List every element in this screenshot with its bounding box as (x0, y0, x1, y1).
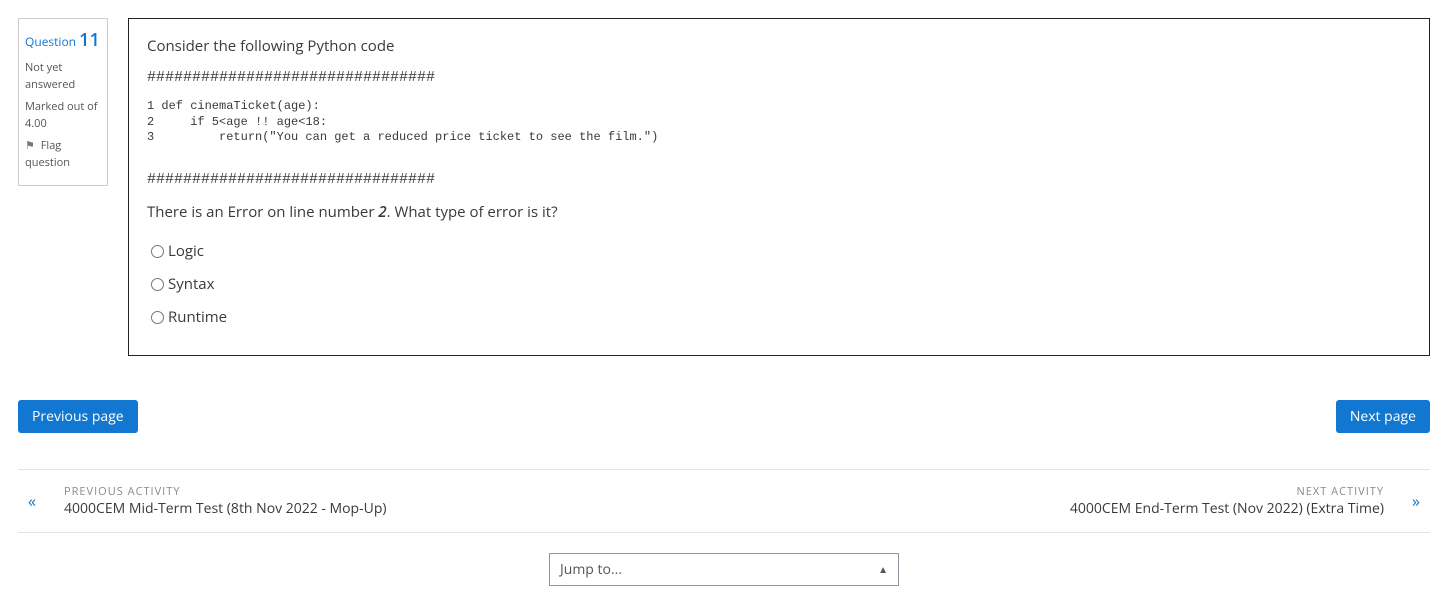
status-line2: answered (25, 77, 75, 92)
options-group: Logic Syntax Runtime (147, 238, 1411, 331)
next-page-button[interactable]: Next page (1336, 400, 1430, 433)
question-number-value: 11 (79, 28, 100, 52)
next-activity-link[interactable]: » NEXT ACTIVITY 4000CEM End-Term Test (N… (1070, 484, 1430, 518)
question-info-box: Question 11 Not yet answered Marked out … (18, 18, 108, 186)
previous-page-button[interactable]: Previous page (18, 400, 138, 433)
next-activity-text: NEXT ACTIVITY 4000CEM End-Term Test (Nov… (1070, 484, 1384, 518)
activity-navigation: « PREVIOUS ACTIVITY 4000CEM Mid-Term Tes… (18, 469, 1430, 533)
chevron-left-icon: « (18, 487, 46, 515)
previous-activity-text: PREVIOUS ACTIVITY 4000CEM Mid-Term Test … (64, 484, 387, 518)
pager-row: Previous page Next page (18, 400, 1430, 433)
question-number: Question 11 (25, 27, 101, 54)
question-post: . What type of error is it? (387, 202, 558, 222)
marked-line1: Marked out of (25, 99, 98, 114)
jump-to-select[interactable]: Jump to... ▲ (549, 553, 899, 586)
option-logic-label: Logic (168, 238, 204, 265)
option-runtime-label: Runtime (168, 304, 227, 331)
question-status: Not yet answered (25, 60, 101, 93)
next-activity-title: 4000CEM End-Term Test (Nov 2022) (Extra … (1070, 499, 1384, 518)
flag-line2: question (25, 155, 70, 170)
option-syntax[interactable]: Syntax (151, 271, 1411, 298)
previous-activity-sub: PREVIOUS ACTIVITY (64, 484, 387, 499)
next-activity-sub: NEXT ACTIVITY (1070, 484, 1384, 499)
question-pre: There is an Error on line number (147, 202, 378, 222)
radio-runtime[interactable] (151, 311, 164, 324)
question-row: Question 11 Not yet answered Marked out … (18, 18, 1430, 356)
previous-activity-link[interactable]: « PREVIOUS ACTIVITY 4000CEM Mid-Term Tes… (18, 484, 387, 518)
question-label: Question (25, 33, 76, 50)
hash-divider-top: ################################ (147, 64, 1411, 91)
option-runtime[interactable]: Runtime (151, 304, 1411, 331)
hash-divider-bottom: ################################ (147, 166, 1411, 193)
option-syntax-label: Syntax (168, 271, 214, 298)
flag-question-link[interactable]: ⚑ Flag question (25, 138, 101, 171)
radio-logic[interactable] (151, 245, 164, 258)
previous-activity-title: 4000CEM Mid-Term Test (8th Nov 2022 - Mo… (64, 499, 387, 518)
question-content: Consider the following Python code #####… (128, 18, 1430, 356)
status-line1: Not yet (25, 60, 62, 75)
marked-line2: 4.00 (25, 116, 47, 131)
radio-syntax[interactable] (151, 278, 164, 291)
option-logic[interactable]: Logic (151, 238, 1411, 265)
caret-up-icon: ▲ (878, 562, 888, 576)
flag-icon: ⚑ (25, 138, 35, 155)
chevron-right-icon: » (1402, 487, 1430, 515)
flag-line1: Flag (41, 138, 62, 153)
jump-to-wrap: Jump to... ▲ (18, 553, 1430, 586)
jump-to-placeholder: Jump to... (560, 560, 622, 579)
question-text: There is an Error on line number 2. What… (147, 199, 1411, 226)
question-bold: 2 (378, 202, 386, 222)
question-intro: Consider the following Python code (147, 33, 1411, 60)
code-block: 1 def cinemaTicket(age): 2 if 5<age !! a… (147, 99, 1411, 146)
question-marks: Marked out of 4.00 (25, 99, 101, 132)
